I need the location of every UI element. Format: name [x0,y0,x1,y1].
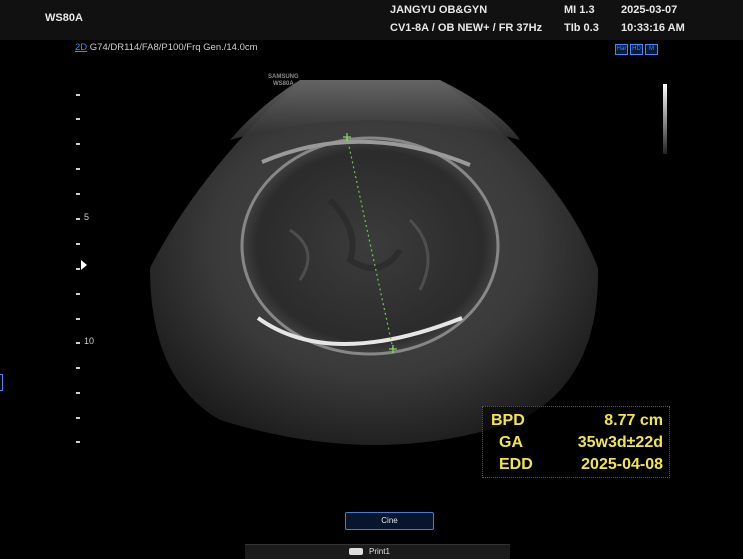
measurement-value: 2025-04-08 [581,456,663,473]
focus-marker-icon[interactable] [81,260,87,270]
device-watermark: SAMSUNG WS80A [268,74,299,87]
measurement-value: 8.77 cm [604,412,663,429]
depth-label-5: 5 [84,212,90,222]
measurement-row-edd: EDD 2025-04-08 [491,456,663,478]
grayscale-bar [663,84,667,154]
print-bar: Print1 [245,544,510,559]
fetal-head [240,136,500,356]
measurement-panel: BPD 8.77 cm GA 35w3d±22d EDD 2025-04-08 [482,406,670,478]
measurement-row-ga: GA 35w3d±22d [491,434,663,456]
cine-button[interactable]: Cine [345,512,434,530]
print-button[interactable]: Print1 [369,547,390,556]
measurement-label: EDD [499,456,533,473]
depth-label-10: 10 [84,336,95,346]
measurement-label: BPD [491,412,525,429]
side-panel-tab[interactable] [0,374,3,391]
measurement-label: GA [499,434,523,451]
measurement-value: 35w3d±22d [577,434,663,451]
measurement-row-bpd: BPD 8.77 cm [491,412,663,434]
